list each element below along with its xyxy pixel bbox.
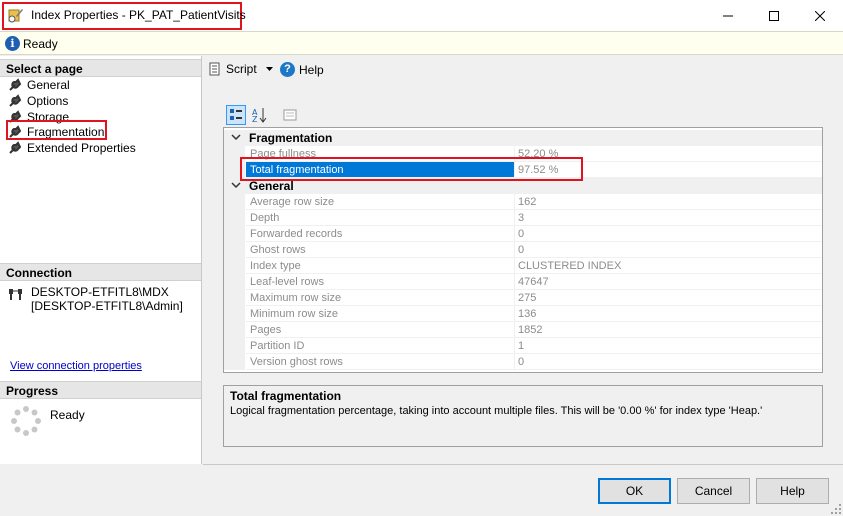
- help-toolbar-label: Help: [299, 62, 324, 77]
- property-value: 0: [515, 354, 822, 370]
- script-button[interactable]: Script: [208, 62, 273, 76]
- property-name: Index type: [246, 258, 514, 274]
- property-row[interactable]: Minimum row size 136: [224, 306, 822, 322]
- wrench-icon: [9, 78, 22, 91]
- resize-grip-icon[interactable]: [830, 503, 842, 515]
- wrench-icon: [9, 94, 22, 107]
- cancel-button[interactable]: Cancel: [677, 478, 750, 504]
- property-value: 162: [515, 194, 822, 210]
- sort-alphabetical-icon: AZ: [252, 108, 267, 123]
- categorized-button[interactable]: [226, 105, 246, 125]
- property-row[interactable]: Leaf-level rows 47647: [224, 274, 822, 290]
- fragmentation-highlight-box: [6, 120, 107, 140]
- collapse-chevron-icon[interactable]: [231, 180, 241, 190]
- property-value: 1852: [515, 322, 822, 338]
- minimize-icon[interactable]: [705, 0, 751, 31]
- status-text: Ready: [23, 37, 58, 51]
- left-panel: Select a page General Options Storage Fr…: [0, 56, 202, 464]
- help-toolbar-button[interactable]: ? Help: [280, 62, 324, 77]
- connection-header: Connection: [0, 263, 201, 281]
- property-row[interactable]: Depth 3: [224, 210, 822, 226]
- property-name: Pages: [246, 322, 514, 338]
- property-value: CLUSTERED INDEX: [515, 258, 822, 274]
- property-name: Minimum row size: [246, 306, 514, 322]
- collapse-chevron-icon[interactable]: [231, 132, 241, 142]
- info-icon: i: [5, 36, 20, 51]
- category-fragmentation[interactable]: Fragmentation: [224, 130, 822, 146]
- category-label: Fragmentation: [249, 131, 333, 145]
- category-label: General: [249, 179, 294, 193]
- view-connection-properties-link[interactable]: View connection properties: [10, 360, 142, 372]
- property-value: 0: [515, 226, 822, 242]
- svg-text:Z: Z: [252, 115, 258, 123]
- script-label: Script: [226, 62, 257, 76]
- property-row[interactable]: Index type CLUSTERED INDEX: [224, 258, 822, 274]
- connection-info: DESKTOP-ETFITL8\MDX [DESKTOP-ETFITL8\Adm…: [31, 285, 183, 313]
- status-bar: i Ready: [0, 31, 843, 55]
- wrench-icon: [9, 141, 22, 154]
- property-row[interactable]: Maximum row size 275: [224, 290, 822, 306]
- app-icon: [8, 9, 23, 23]
- property-name: Average row size: [246, 194, 514, 210]
- chevron-down-icon[interactable]: [265, 67, 273, 71]
- main-toolbar: Script ? Help: [203, 56, 843, 82]
- page-item-label: General: [27, 78, 70, 92]
- property-value: 1: [515, 338, 822, 354]
- property-name: Forwarded records: [246, 226, 514, 242]
- maximize-icon[interactable]: [751, 0, 797, 31]
- property-grid-toolbar: AZ: [226, 104, 303, 126]
- title-bar: Index Properties - PK_PAT_PatientVisits: [0, 0, 843, 31]
- property-value: 136: [515, 306, 822, 322]
- page-item-label: Options: [27, 94, 69, 108]
- property-pages-icon: [283, 109, 297, 121]
- page-item-general[interactable]: General: [8, 77, 70, 93]
- description-title: Total fragmentation: [230, 389, 342, 403]
- progress-spinner-icon: [11, 406, 41, 436]
- page-item-extended-properties[interactable]: Extended Properties: [8, 140, 136, 156]
- connection-icon: [9, 289, 22, 300]
- select-page-header: Select a page: [0, 59, 201, 77]
- property-value: 275: [515, 290, 822, 306]
- property-value: 0: [515, 242, 822, 258]
- property-value: 3: [515, 210, 822, 226]
- alphabetical-button[interactable]: AZ: [249, 105, 269, 125]
- property-row[interactable]: Ghost rows 0: [224, 242, 822, 258]
- property-value: 47647: [515, 274, 822, 290]
- description-pane: Total fragmentation Logical fragmentatio…: [223, 385, 823, 447]
- property-name: Partition ID: [246, 338, 514, 354]
- property-row[interactable]: Pages 1852: [224, 322, 822, 338]
- property-name: Maximum row size: [246, 290, 514, 306]
- property-name: Leaf-level rows: [246, 274, 514, 290]
- page-item-label: Extended Properties: [27, 141, 136, 155]
- selected-row-highlight-box: [240, 157, 583, 181]
- progress-header: Progress: [0, 381, 201, 399]
- property-row[interactable]: Forwarded records 0: [224, 226, 822, 242]
- page-item-options[interactable]: Options: [8, 93, 68, 109]
- categorized-icon: [230, 109, 242, 120]
- property-row[interactable]: Version ghost rows 0: [224, 354, 822, 370]
- connection-user: [DESKTOP-ETFITL8\Admin]: [31, 299, 183, 313]
- property-pages-button[interactable]: [280, 105, 300, 125]
- connection-server: DESKTOP-ETFITL8\MDX: [31, 285, 169, 299]
- property-name: Ghost rows: [246, 242, 514, 258]
- progress-status: Ready: [50, 408, 85, 422]
- close-icon[interactable]: [797, 0, 843, 31]
- description-text: Logical fragmentation percentage, taking…: [230, 405, 763, 417]
- property-row[interactable]: Average row size 162: [224, 194, 822, 210]
- script-icon: [209, 62, 220, 76]
- help-button[interactable]: Help: [756, 478, 829, 504]
- ok-button[interactable]: OK: [598, 478, 671, 504]
- property-row[interactable]: Partition ID 1: [224, 338, 822, 354]
- window-title: Index Properties - PK_PAT_PatientVisits: [31, 8, 246, 22]
- help-icon: ?: [280, 62, 295, 77]
- property-name: Depth: [246, 210, 514, 226]
- property-name: Version ghost rows: [246, 354, 514, 370]
